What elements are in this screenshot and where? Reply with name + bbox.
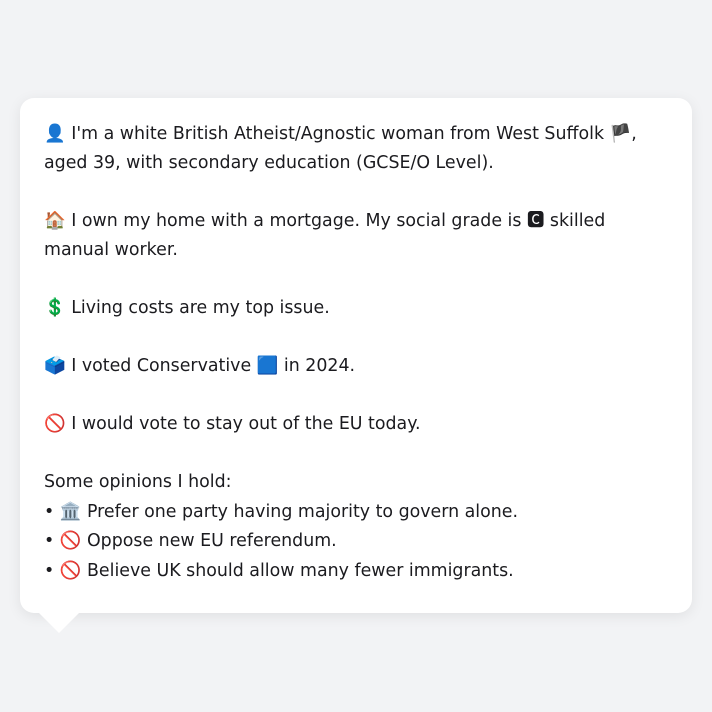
opinion-item: • 🚫 Believe UK should allow many fewer i… xyxy=(44,557,668,587)
vote-text-1: I voted Conservative xyxy=(71,356,257,376)
opinion-text: Oppose new EU referendum. xyxy=(86,531,337,551)
blue-square-icon: 🟦 xyxy=(256,356,279,376)
bullet: • xyxy=(44,560,55,581)
issue-text: Living costs are my top issue. xyxy=(71,298,330,318)
bullet: • xyxy=(44,531,55,551)
house-icon: 🏠 xyxy=(44,211,66,231)
prohibited-icon: 🚫 xyxy=(59,560,82,581)
opinions-heading: Some opinions I hold: xyxy=(44,472,232,492)
person-icon: 👤 xyxy=(44,124,66,144)
opinion-text: Believe UK should allow many fewer immig… xyxy=(86,560,514,581)
opinion-text: Prefer one party having majority to gove… xyxy=(86,501,519,522)
persona-card: 👤 I'm a white British Atheist/Agnostic w… xyxy=(20,98,692,613)
bubble-tail xyxy=(38,612,80,633)
identity-paragraph: 👤 I'm a white British Atheist/Agnostic w… xyxy=(44,120,668,178)
opinion-item: • 🏛️ Prefer one party having majority to… xyxy=(44,498,668,528)
housing-paragraph: 🏠 I own my home with a mortgage. My soci… xyxy=(44,207,668,265)
vote-text-2: in 2024. xyxy=(278,356,356,376)
dollar-icon: 💲 xyxy=(44,298,66,318)
bullet: • xyxy=(44,501,55,522)
grade-c-icon: 🅲 xyxy=(526,211,545,231)
england-flag-icon: 🏴 xyxy=(609,124,632,144)
eu-paragraph: 🚫 I would vote to stay out of the EU tod… xyxy=(44,410,668,439)
prohibited-icon: 🚫 xyxy=(44,414,66,434)
housing-text-1: I own my home with a mortgage. My social… xyxy=(71,211,527,231)
classical-building-icon: 🏛️ xyxy=(59,501,82,522)
ballot-box-icon: 🗳️ xyxy=(44,356,66,376)
vote-paragraph: 🗳️ I voted Conservative 🟦 in 2024. xyxy=(44,352,668,381)
opinion-item: • 🚫 Oppose new EU referendum. xyxy=(44,527,668,557)
issue-paragraph: 💲 Living costs are my top issue. xyxy=(44,294,668,323)
prohibited-icon: 🚫 xyxy=(59,531,82,551)
identity-text-1: I'm a white British Atheist/Agnostic wom… xyxy=(71,124,610,144)
eu-text: I would vote to stay out of the EU today… xyxy=(71,414,421,434)
opinions-section: Some opinions I hold: • 🏛️ Prefer one pa… xyxy=(44,468,668,586)
